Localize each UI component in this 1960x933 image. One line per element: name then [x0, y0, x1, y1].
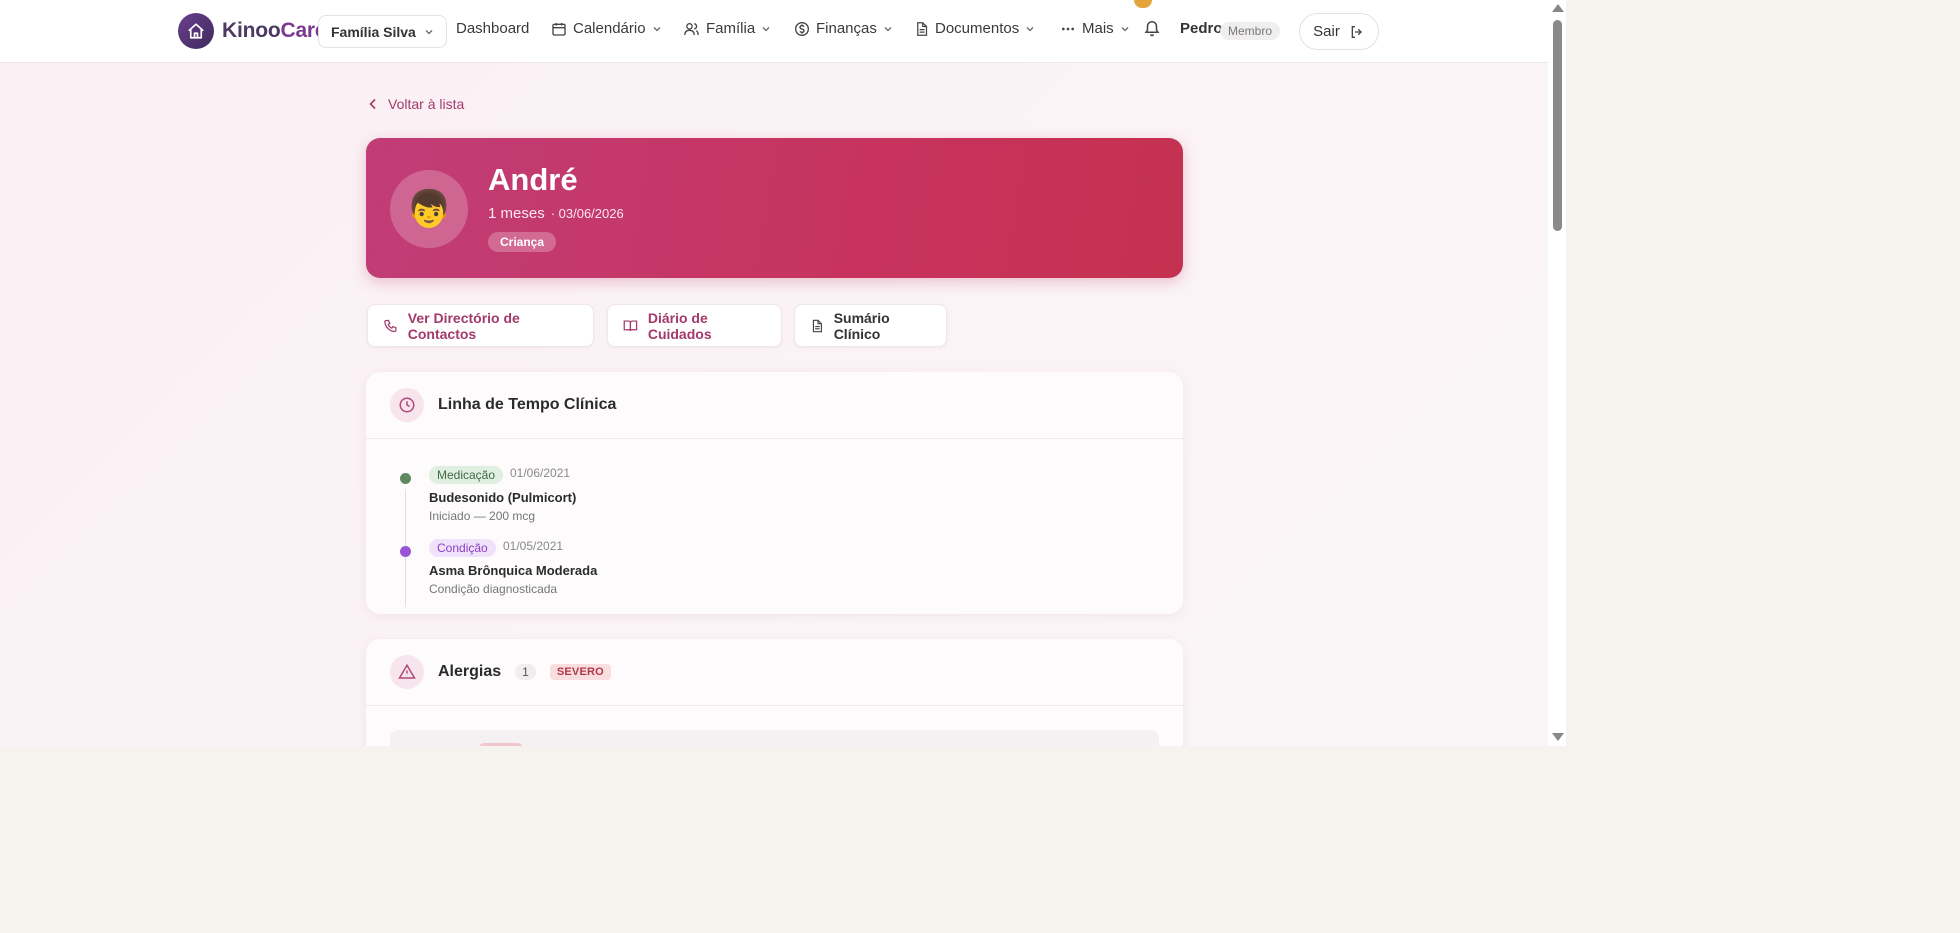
- nav-more-label: Mais: [1082, 20, 1114, 37]
- document-icon: [812, 319, 822, 332]
- care-diary-button[interactable]: Diário de Cuidados: [607, 304, 782, 347]
- nav-family-label: Família: [706, 20, 756, 37]
- phone-icon: [384, 319, 397, 332]
- timeline-item-subtitle: Condição diagnosticada: [429, 582, 558, 596]
- top-navigation: KinooCare Família Silva Dashboard Calend…: [0, 0, 1548, 63]
- clinical-timeline-header: Linha de Tempo Clínica: [366, 372, 1183, 439]
- chevron-left-icon: [369, 98, 376, 110]
- calendar-icon: [552, 22, 566, 36]
- allergies-card: Alergias 1 SEVERO: [366, 639, 1183, 746]
- care-diary-label: Diário de Cuidados: [647, 309, 712, 342]
- profile-meta: 1 meses · 03/06/2026: [488, 205, 624, 222]
- app-viewport: KinooCare Família Silva Dashboard Calend…: [0, 0, 1548, 746]
- chevron-down-icon: [884, 26, 892, 31]
- chevron-down-icon: [1026, 26, 1034, 31]
- allergies-header[interactable]: Alergias 1 SEVERO: [366, 639, 1183, 706]
- more-dots-icon: [1062, 27, 1074, 30]
- document-icon: [917, 21, 928, 36]
- chevron-down-icon: [653, 26, 661, 31]
- severity-badge: SEVERO: [549, 664, 611, 680]
- contacts-directory-label: Ver Directório de Contactos: [407, 309, 520, 342]
- profile-name: André: [488, 162, 578, 197]
- nav-documents[interactable]: Documentos: [914, 20, 1035, 37]
- chevron-down-icon: [425, 29, 433, 34]
- avatar-emoji: 👦: [406, 188, 452, 229]
- app-name: KinooCare: [222, 19, 327, 42]
- timeline-type-badge: Medicação: [429, 466, 504, 484]
- users-icon: [684, 22, 699, 35]
- profile-role-tag: Criança: [488, 232, 557, 252]
- clinical-timeline-card: Linha de Tempo Clínica Medicação 01/06/2…: [366, 372, 1183, 614]
- family-selector[interactable]: Família Silva: [318, 15, 447, 48]
- scroll-up-arrow-icon[interactable]: [1552, 4, 1564, 12]
- warning-icon: [390, 655, 424, 689]
- notification-indicator: [1134, 0, 1152, 8]
- user-name[interactable]: Pedro: [1180, 20, 1223, 37]
- timeline-dot-condition: [400, 546, 411, 557]
- back-to-list-link[interactable]: Voltar à lista: [368, 96, 464, 112]
- nav-finance-label: Finanças: [816, 20, 877, 37]
- logout-label: Sair: [1313, 23, 1340, 40]
- nav-calendar-label: Calendário: [573, 20, 646, 37]
- timeline-item-subtitle: Iniciado — 200 mcg: [429, 509, 536, 523]
- scroll-down-arrow-icon[interactable]: [1552, 733, 1564, 741]
- chevron-down-icon: [762, 26, 770, 31]
- clinical-summary-button[interactable]: Sumário Clínico: [794, 304, 947, 347]
- logout-button[interactable]: Sair: [1299, 13, 1379, 50]
- scrollbar-thumb[interactable]: [1553, 20, 1562, 231]
- dollar-circle-icon: [795, 21, 809, 36]
- back-link-label: Voltar à lista: [388, 96, 465, 112]
- vertical-scrollbar[interactable]: [1548, 0, 1566, 746]
- allergy-severity-tag: [478, 743, 524, 746]
- allergies-count-badge: 1: [515, 664, 536, 680]
- allergies-title: Alergias: [438, 663, 502, 680]
- allergy-item: [390, 730, 1159, 746]
- timeline-date: 01/06/2021: [510, 466, 571, 480]
- nav-dashboard[interactable]: Dashboard: [456, 20, 529, 37]
- avatar: 👦: [390, 170, 468, 248]
- timeline-item-title: Asma Brônquica Moderada: [429, 563, 598, 578]
- logout-icon: [1351, 25, 1362, 38]
- timeline-dot-medication: [400, 473, 411, 484]
- nav-dashboard-label: Dashboard: [456, 20, 530, 37]
- nav-more[interactable]: Mais: [1060, 20, 1130, 37]
- contacts-directory-button[interactable]: Ver Directório de Contactos: [367, 304, 594, 347]
- nav-documents-label: Documentos: [935, 20, 1020, 37]
- timeline-type-badge: Condição: [429, 539, 496, 557]
- family-selector-label: Família Silva: [331, 23, 416, 40]
- timeline-item-title: Budesonido (Pulmicort): [429, 490, 577, 505]
- nav-family[interactable]: Família: [683, 20, 771, 37]
- clinical-summary-label: Sumário Clínico: [833, 309, 890, 342]
- timeline-date: 01/05/2021: [503, 539, 564, 553]
- chevron-down-icon: [1121, 26, 1129, 31]
- clock-icon: [390, 388, 424, 422]
- bell-icon[interactable]: [1143, 19, 1161, 43]
- app-logo[interactable]: KinooCare: [178, 13, 327, 49]
- timeline-list: Medicação 01/06/2021 Budesonido (Pulmico…: [366, 439, 1183, 607]
- nav-calendar[interactable]: Calendário: [551, 20, 662, 37]
- nav-finance[interactable]: Finanças: [794, 20, 893, 37]
- clinical-timeline-title: Linha de Tempo Clínica: [438, 396, 617, 413]
- home-logo-icon: [178, 13, 214, 49]
- profile-age: 1 meses: [488, 205, 545, 222]
- book-icon: [623, 319, 638, 331]
- user-role-badge: Membro: [1220, 22, 1281, 40]
- profile-header-card: 👦 André 1 meses · 03/06/2026 Criança: [366, 138, 1183, 278]
- profile-birthdate: · 03/06/2026: [550, 206, 624, 221]
